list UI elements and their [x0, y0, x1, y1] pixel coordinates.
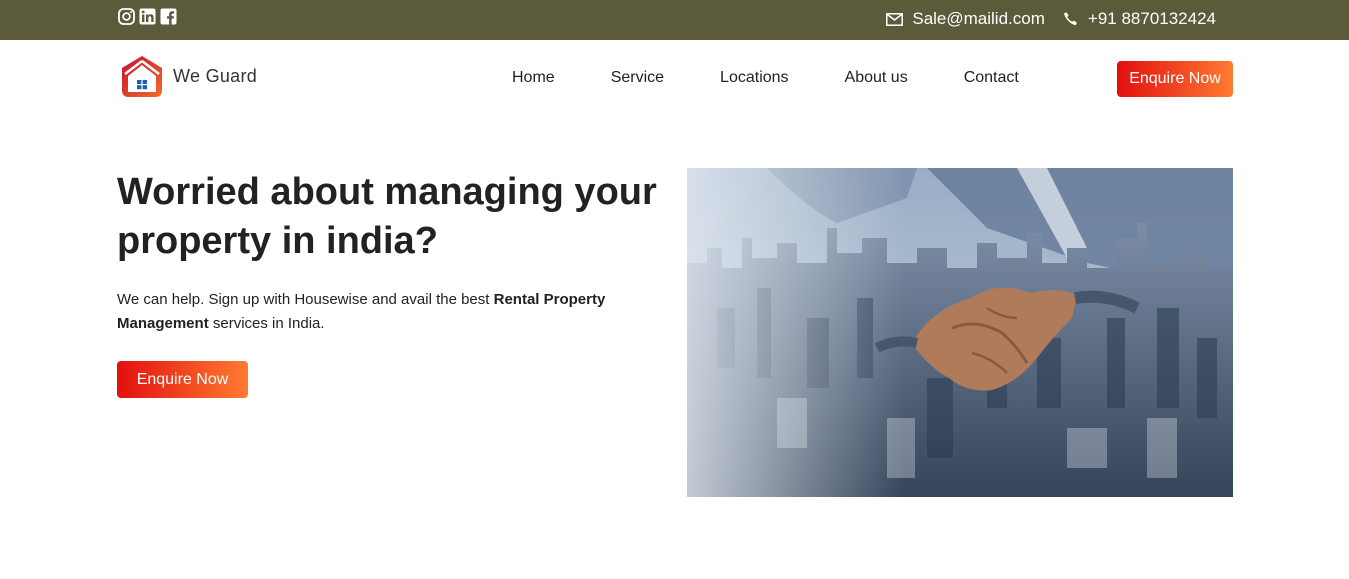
handshake-city-image — [687, 168, 1233, 497]
nav-about-us[interactable]: About us — [845, 69, 908, 87]
house-logo-icon — [122, 56, 162, 97]
main-nav: Home Service Locations About us Contact — [512, 69, 1019, 87]
nav-contact[interactable]: Contact — [964, 69, 1019, 87]
top-bar: Sale@mailid.com +91 8870132424 — [0, 0, 1349, 40]
brand-logo[interactable]: We Guard — [120, 55, 257, 98]
hero-title: Worried about managing your property in … — [117, 171, 657, 262]
instagram-icon[interactable] — [118, 8, 135, 25]
nav-locations[interactable]: Locations — [720, 69, 789, 87]
email-text: Sale@mailid.com — [912, 9, 1045, 28]
hero-illustration — [687, 168, 1233, 497]
contact-info: Sale@mailid.com +91 8870132424 — [886, 9, 1216, 29]
hero-text-outro: services in India. — [208, 315, 325, 332]
phone-text: +91 8870132424 — [1087, 9, 1216, 28]
phone-icon — [1063, 12, 1077, 26]
brand-name: We Guard — [173, 66, 258, 86]
facebook-icon[interactable] — [160, 8, 177, 25]
linkedin-icon[interactable] — [139, 8, 156, 25]
nav-service[interactable]: Service — [611, 69, 664, 87]
email-link[interactable]: Sale@mailid.com — [886, 9, 1045, 29]
enquire-now-hero-button[interactable]: Enquire Now — [117, 361, 248, 398]
nav-home[interactable]: Home — [512, 69, 555, 87]
hero-text-intro: We can help. Sign up with Housewise and … — [117, 291, 494, 308]
phone-link[interactable]: +91 8870132424 — [1063, 9, 1216, 29]
social-links — [118, 8, 177, 25]
hero-description: We can help. Sign up with Housewise and … — [117, 288, 657, 336]
mail-icon — [886, 12, 904, 26]
enquire-now-header-button[interactable]: Enquire Now — [1117, 61, 1233, 97]
